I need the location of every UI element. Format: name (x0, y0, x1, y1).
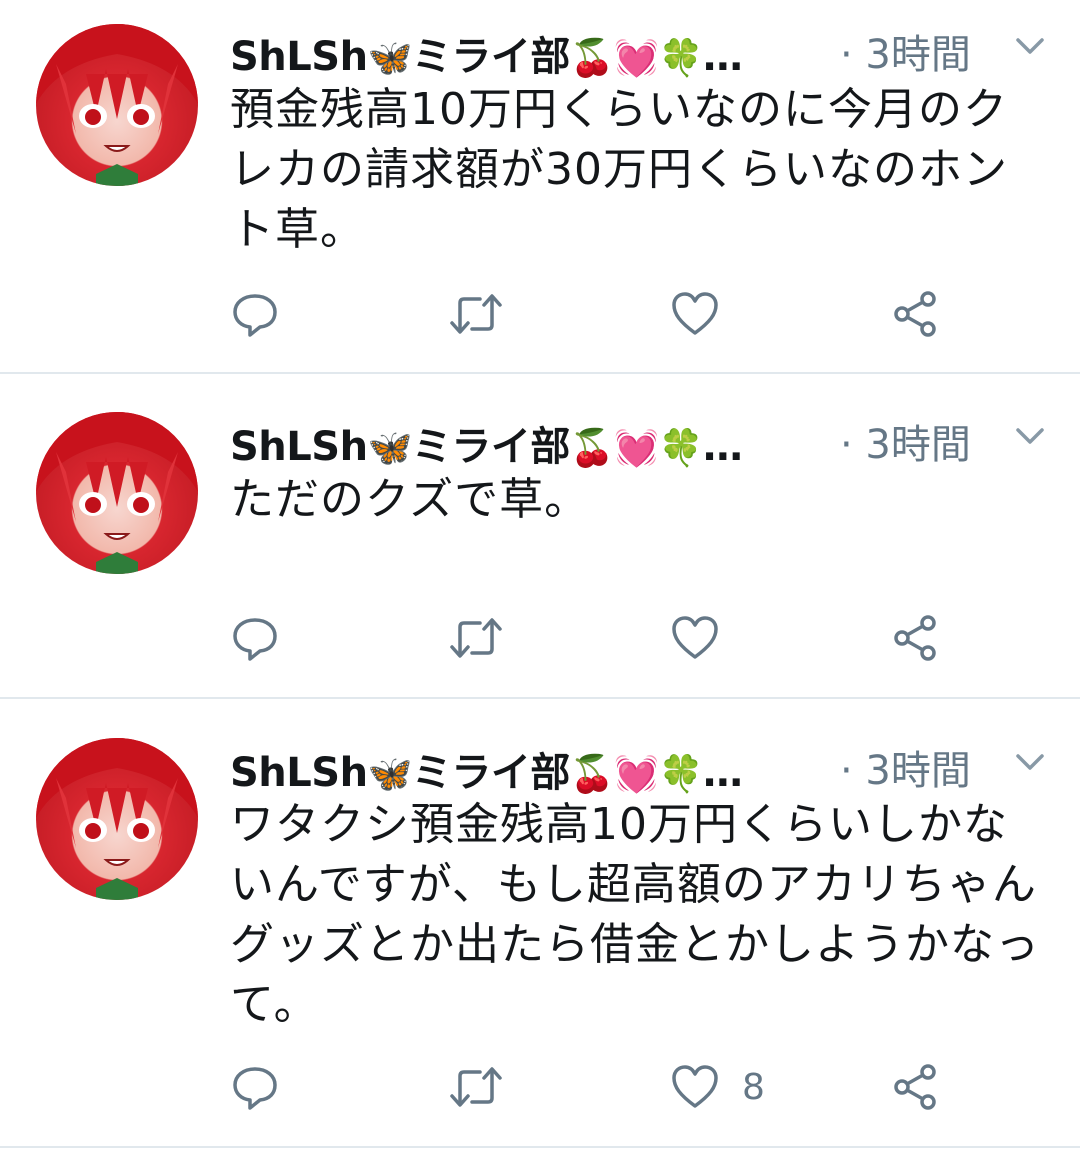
share-button[interactable] (890, 608, 940, 668)
display-name[interactable]: ShLSh🦋ミライ部🍒💓🍀… (230, 414, 743, 472)
heart-emoji: 💓 (614, 428, 659, 469)
display-name[interactable]: ShLSh🦋ミライ部🍒💓🍀… (230, 740, 743, 798)
butterfly-emoji: 🦋 (367, 754, 413, 795)
timestamp[interactable]: · 3時間 (840, 412, 971, 470)
avatar[interactable] (36, 738, 198, 900)
heart-icon (672, 292, 718, 335)
reply-button[interactable] (230, 1057, 280, 1117)
butterfly-emoji: 🦋 (367, 38, 413, 79)
heart-icon (672, 616, 718, 659)
share-button[interactable] (890, 1057, 940, 1117)
like-button[interactable]: 8 (670, 1057, 765, 1117)
share-icon (894, 291, 936, 337)
retweet-icon (450, 1067, 502, 1107)
retweet-icon (450, 618, 502, 658)
chevron-down-icon[interactable] (1012, 32, 1048, 60)
like-count: 8 (742, 1066, 765, 1108)
reply-icon (233, 618, 277, 661)
cherry-emoji: 🍒 (569, 38, 615, 79)
retweet-button[interactable] (448, 608, 504, 668)
reply-icon (233, 294, 277, 337)
chevron-down-icon[interactable] (1012, 748, 1048, 776)
tweet-text: ただのクズで草。 (230, 474, 590, 525)
share-icon (894, 1064, 936, 1110)
tweet[interactable]: ShLSh🦋ミライ部🍒💓🍀… · 3時間 ワタクシ預金残高10万円くらいしかない… (0, 699, 1080, 1148)
cherry-emoji: 🍒 (569, 428, 615, 469)
share-button[interactable] (890, 284, 940, 344)
timeline: ShLSh🦋ミライ部🍒💓🍀… · 3時間 預金残高10万円くらいなのに今月のクレ… (0, 0, 1080, 1154)
timestamp[interactable]: · 3時間 (840, 22, 971, 80)
retweet-button[interactable] (448, 284, 504, 344)
heart-emoji: 💓 (614, 754, 659, 795)
clover-emoji: 🍀 (658, 754, 704, 795)
heart-icon (672, 1065, 718, 1108)
tweet[interactable]: ShLSh🦋ミライ部🍒💓🍀… · 3時間 ただのクズで草。 (0, 374, 1080, 699)
butterfly-emoji: 🦋 (367, 428, 413, 469)
share-icon (894, 615, 936, 661)
tweet-actions: 8 (0, 1057, 1080, 1117)
reply-icon (233, 1067, 277, 1110)
tweet-text: 預金残高10万円くらいなのに今月のクレカの請求額が30万円くらいなのホント草。 (230, 84, 1008, 255)
avatar[interactable] (36, 412, 198, 574)
clover-emoji: 🍀 (658, 38, 704, 79)
display-name[interactable]: ShLSh🦋ミライ部🍒💓🍀… (230, 24, 743, 82)
avatar[interactable] (36, 24, 198, 186)
tweet-text: ワタクシ預金残高10万円くらいしかないんですが、もし超高額のアカリちゃんグッズと… (230, 799, 1040, 1030)
retweet-button[interactable] (448, 1057, 504, 1117)
like-button[interactable] (670, 284, 742, 344)
clover-emoji: 🍀 (658, 428, 704, 469)
timestamp[interactable]: · 3時間 (840, 738, 971, 796)
heart-emoji: 💓 (614, 38, 659, 79)
cherry-emoji: 🍒 (569, 754, 615, 795)
reply-button[interactable] (230, 284, 280, 344)
tweet[interactable]: ShLSh🦋ミライ部🍒💓🍀… · 3時間 預金残高10万円くらいなのに今月のクレ… (0, 0, 1080, 374)
chevron-down-icon[interactable] (1012, 422, 1048, 450)
tweet-actions (0, 608, 1080, 668)
like-button[interactable] (670, 608, 742, 668)
reply-button[interactable] (230, 608, 280, 668)
retweet-icon (450, 294, 502, 334)
tweet-actions (0, 284, 1080, 344)
